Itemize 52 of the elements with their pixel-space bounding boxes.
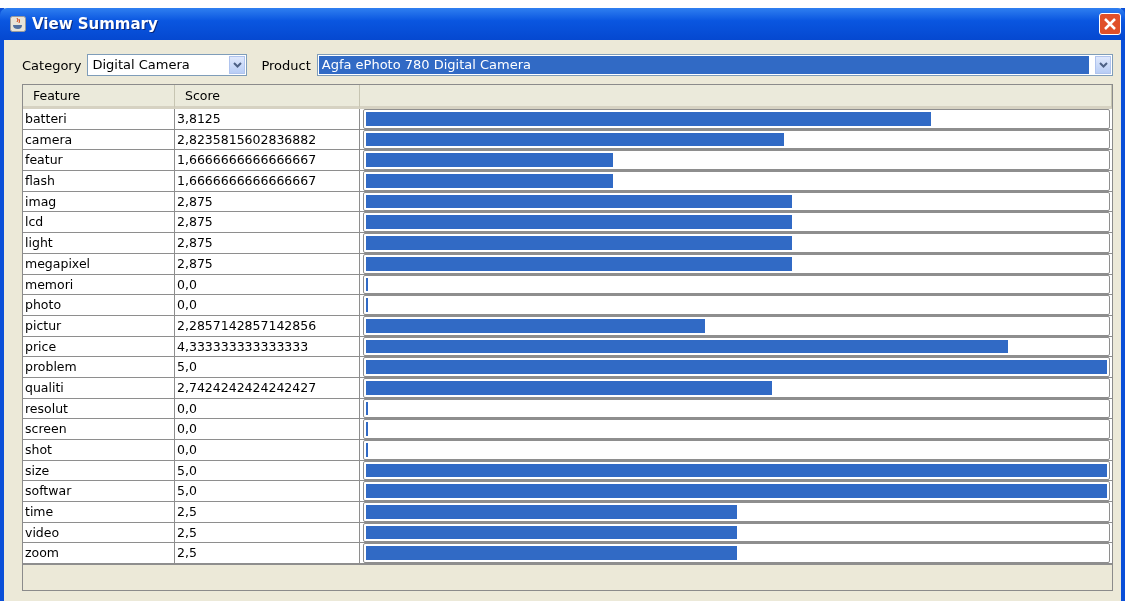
- table-cell: time: [23, 502, 175, 523]
- table-cell: 0,0: [175, 274, 360, 296]
- table-cell: 2,875: [175, 233, 360, 254]
- table-cell: problem: [23, 357, 175, 378]
- table-cell: qualiti: [23, 377, 175, 399]
- column-header[interactable]: Score: [175, 85, 360, 109]
- table-cell: softwar: [23, 481, 175, 503]
- table-cell: pictur: [23, 315, 175, 337]
- table-cell: flash: [23, 171, 175, 192]
- table-cell: 2,5: [175, 502, 360, 523]
- table-cell: batteri: [23, 109, 175, 130]
- table-cell: screen: [23, 419, 175, 440]
- table-cell: 5,0: [175, 481, 360, 503]
- table-cell: camera: [23, 129, 175, 151]
- table-cell: size: [23, 460, 175, 482]
- table-cell: price: [23, 336, 175, 358]
- table-cell: featur: [23, 150, 175, 172]
- table-cell: 2,875: [175, 253, 360, 275]
- table-cell: memori: [23, 274, 175, 296]
- column-header[interactable]: Feature: [23, 85, 175, 109]
- table-cell: photo: [23, 295, 175, 316]
- table-cell: 2,875: [175, 212, 360, 234]
- table-cell: 2,875: [175, 191, 360, 213]
- table-cell: 2,5: [175, 543, 360, 565]
- table-cell: 2,7424242424242427: [175, 377, 360, 399]
- table-cell: 1,6666666666666667: [175, 171, 360, 192]
- table-cell: video: [23, 522, 175, 544]
- table-cell: zoom: [23, 543, 175, 565]
- window-title: View Summary: [32, 15, 159, 33]
- table-cell: shot: [23, 440, 175, 461]
- filter-label: Category: [22, 57, 82, 73]
- table-cell: 0,0: [175, 398, 360, 420]
- table-cell: 5,0: [175, 357, 360, 378]
- dropdown[interactable]: Digital Camera: [87, 54, 248, 76]
- table-cell: 4,333333333333333: [175, 336, 360, 358]
- table-cell: 2,8235815602836882: [175, 129, 360, 151]
- table-cell: light: [23, 233, 175, 254]
- table-cell: 2,2857142857142856: [175, 315, 360, 337]
- table-cell: resolut: [23, 398, 175, 420]
- table-cell: 0,0: [175, 440, 360, 461]
- table-cell: 0,0: [175, 295, 360, 316]
- filter-label: Product: [261, 57, 311, 73]
- table-cell: 1,6666666666666667: [175, 150, 360, 172]
- table-cell: 3,8125: [175, 109, 360, 130]
- cup-icon: [10, 16, 26, 32]
- dropdown[interactable]: Agfa ePhoto 780 Digital Camera: [316, 54, 1113, 76]
- table-cell: 0,0: [175, 419, 360, 440]
- table-cell: 2,5: [175, 522, 360, 544]
- table-cell: megapixel: [23, 253, 175, 275]
- table-cell: 5,0: [175, 460, 360, 482]
- table-cell: imag: [23, 191, 175, 213]
- table-cell: lcd: [23, 212, 175, 234]
